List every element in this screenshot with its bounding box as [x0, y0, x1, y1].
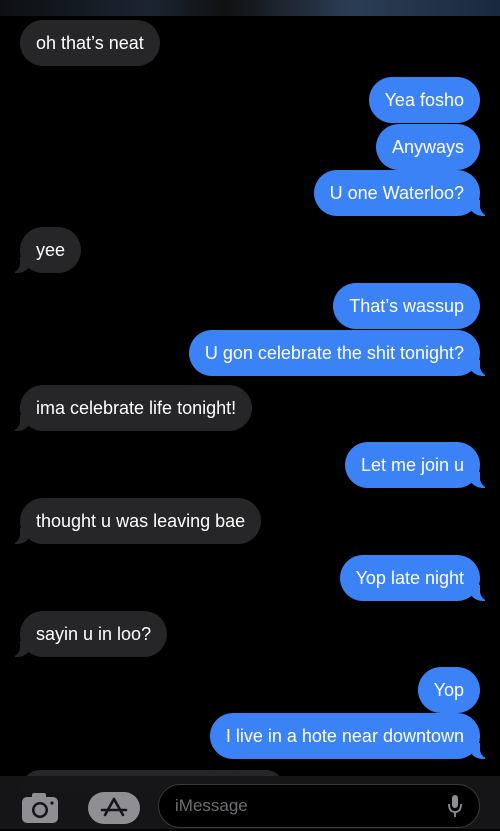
camera-icon[interactable]	[20, 790, 64, 826]
message-received[interactable]: oh that’s neat	[20, 20, 160, 66]
message-received[interactable]: ima celebrate life tonight!	[9, 385, 253, 431]
message-received[interactable]: yee	[9, 227, 82, 273]
message-sent[interactable]: U gon celebrate the shit tonight?	[188, 330, 491, 376]
top-image-strip	[0, 0, 500, 16]
message-sent[interactable]: Anyways	[375, 124, 480, 170]
message-input[interactable]: iMessage	[158, 784, 480, 828]
message-sent[interactable]: Yop	[417, 667, 480, 713]
message-sent[interactable]: I live in a hote near downtown	[209, 713, 491, 759]
microphone-icon[interactable]	[447, 794, 463, 818]
message-sent[interactable]: Let me join u	[344, 442, 491, 488]
message-sent[interactable]: Yea fosho	[368, 77, 480, 123]
message-received[interactable]: sayin u in loo?	[9, 611, 168, 657]
message-input-placeholder: iMessage	[175, 796, 248, 815]
message-received[interactable]: thought u was leaving bae	[9, 498, 262, 544]
message-input-bar: iMessage	[0, 776, 500, 829]
message-sent[interactable]: U one Waterloo?	[313, 170, 491, 216]
app-store-icon[interactable]	[88, 792, 140, 824]
message-sent[interactable]: That’s wassup	[333, 283, 480, 329]
message-sent[interactable]: Yop late night	[339, 555, 491, 601]
